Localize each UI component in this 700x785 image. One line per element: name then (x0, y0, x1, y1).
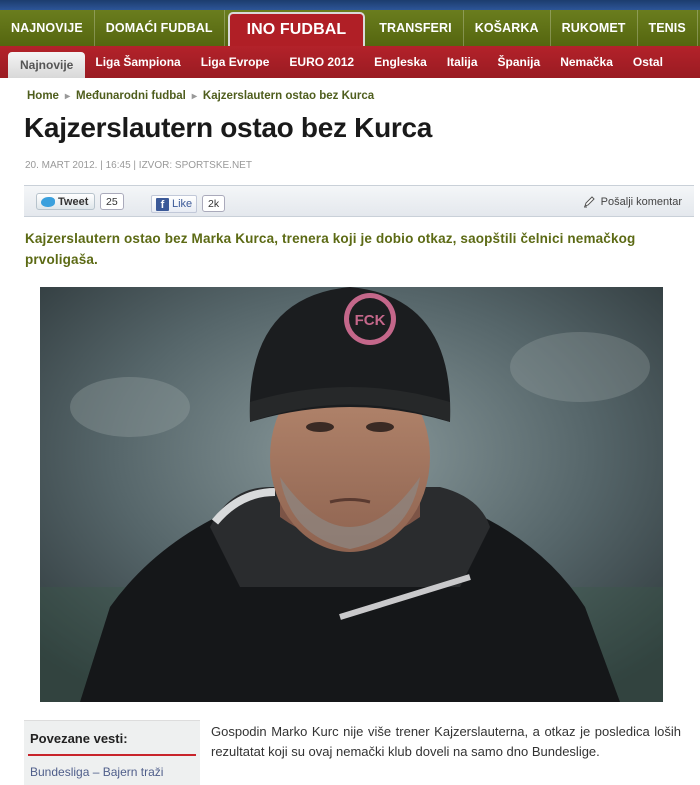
send-comment-link[interactable]: Pošalji komentar (583, 195, 682, 208)
pencil-icon (583, 196, 595, 208)
subnav-italija[interactable]: Italija (437, 46, 488, 78)
nav-najnovije[interactable]: NAJNOVIJE (0, 10, 95, 46)
twitter-bird-icon (41, 196, 55, 207)
subnav-liga-evrope[interactable]: Liga Evrope (191, 46, 280, 78)
like-count: 2k (202, 195, 226, 212)
tweet-label: Tweet (58, 195, 89, 208)
nav-rukomet[interactable]: RUKOMET (551, 10, 638, 46)
subnav-liga-sampiona[interactable]: Liga Šampiona (85, 46, 190, 78)
subnav-najnovije[interactable]: Najnovije (8, 52, 86, 78)
nav-domaci-fudbal[interactable]: DOMAĆI FUDBAL (95, 10, 225, 46)
nav-kosarka[interactable]: KOŠARKA (464, 10, 551, 46)
related-news-link[interactable]: Bundesliga – Bajern traži (24, 756, 200, 779)
article-body: Gospodin Marko Kurc nije više trener Kaj… (211, 724, 681, 759)
related-news-box: Povezane vesti: Bundesliga – Bajern traž… (24, 720, 200, 785)
tweet-button[interactable]: Tweet (36, 193, 96, 210)
hat-logo-text: FCK (355, 312, 386, 329)
nav-ino-fudbal[interactable]: INO FUDBAL (227, 12, 366, 46)
facebook-icon: f (156, 197, 169, 211)
send-comment-label: Pošalji komentar (600, 195, 682, 208)
subnav-euro-2012[interactable]: EURO 2012 (279, 46, 364, 78)
share-bar: Tweet 25 f Like 2k Pošalji komentar (24, 185, 694, 217)
subnav-nemacka[interactable]: Nemačka (550, 46, 623, 78)
top-strip (0, 0, 700, 10)
secondary-nav: Najnovije Liga Šampiona Liga Evrope EURO… (0, 46, 700, 78)
breadcrumb-current[interactable]: Kajzerslautern ostao bez Kurca (203, 90, 374, 102)
nav-tenis[interactable]: TENIS (638, 10, 698, 46)
primary-nav: NAJNOVIJE DOMAĆI FUDBAL INO FUDBAL TRANS… (0, 10, 700, 46)
breadcrumb-separator-icon: ▸ (191, 90, 197, 102)
subnav-spanija[interactable]: Španija (488, 46, 551, 78)
article-lead: Kajzerslautern ostao bez Marka Kurca, tr… (25, 231, 636, 267)
breadcrumb: Home ▸ Međunarodni fudbal ▸ Kajzerslaute… (27, 90, 374, 102)
related-news-title: Povezane vesti: (30, 731, 128, 746)
breadcrumb-home[interactable]: Home (27, 90, 59, 102)
subnav-engleska[interactable]: Engleska (364, 46, 437, 78)
subnav-ostalo[interactable]: Ostal (623, 46, 673, 78)
article-meta: 20. MART 2012. | 16:45 | IZVOR: SPORTSKE… (25, 160, 252, 171)
like-label: Like (172, 198, 193, 210)
breadcrumb-section[interactable]: Međunarodni fudbal (76, 90, 186, 102)
nav-transferi[interactable]: TRANSFERI (368, 10, 464, 46)
facebook-like-button[interactable]: f Like (151, 195, 198, 213)
tweet-count: 25 (100, 193, 124, 210)
article-title: Kajzerslautern ostao bez Kurca (24, 112, 433, 143)
breadcrumb-separator-icon: ▸ (64, 90, 70, 102)
article-photo: FCK (40, 287, 663, 702)
